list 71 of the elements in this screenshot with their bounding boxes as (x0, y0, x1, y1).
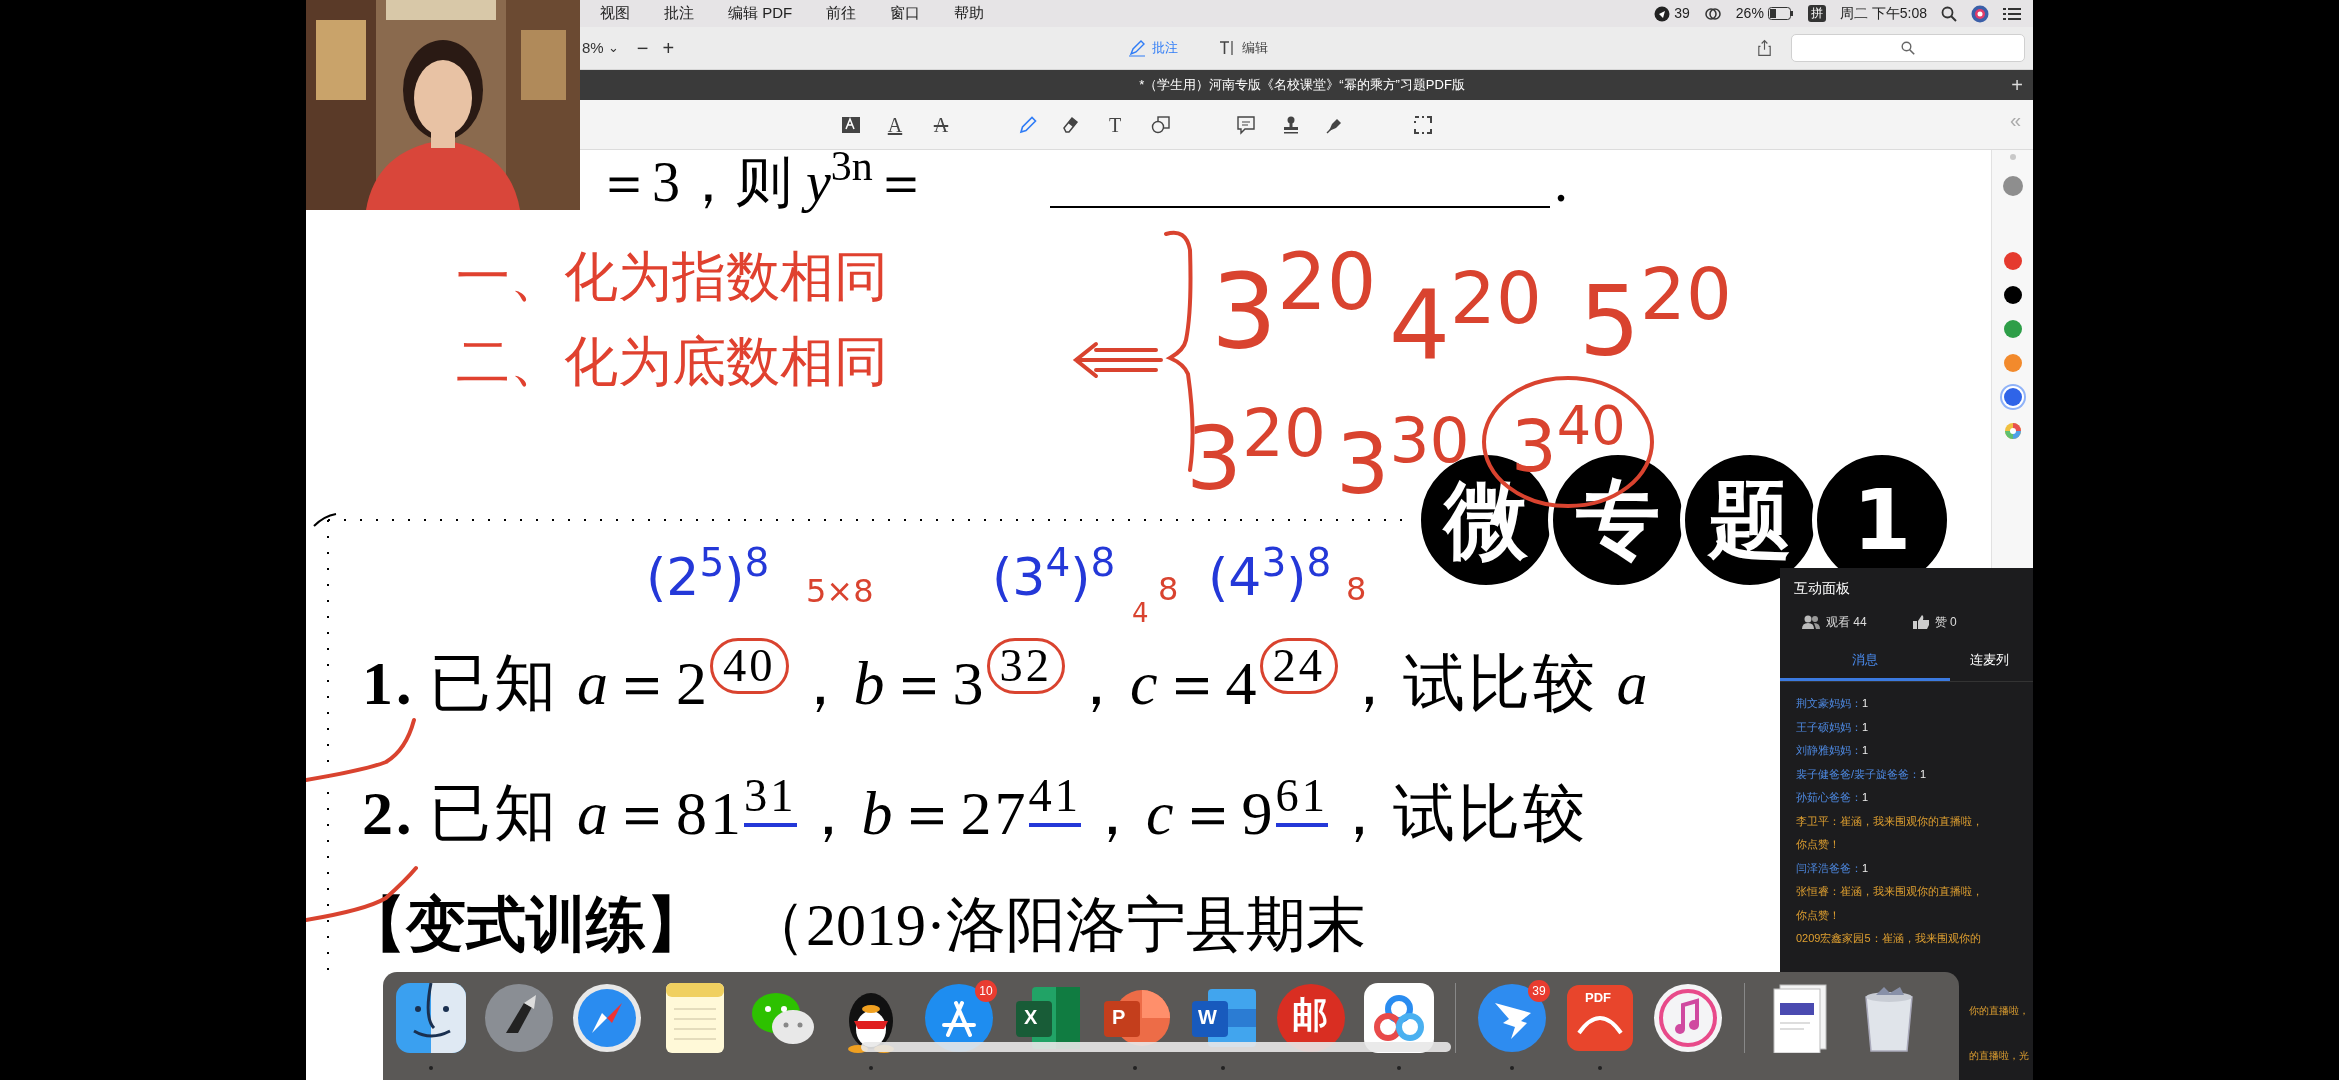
message-text: 1 (1862, 860, 1869, 876)
app-label: PDF (1585, 991, 1611, 1004)
sender-name: 裴子健爸爸/裴子旋爸爸： (1796, 766, 1921, 782)
underline-tool[interactable]: A (882, 112, 908, 138)
notification-count: 39 (1674, 4, 1690, 23)
chat-message: 李卫平：崔涵，我来围观你的直播啦， (1796, 813, 1983, 829)
input-method[interactable]: 拼 (1807, 5, 1826, 22)
handwritten-text: 4$^{20}$ (1389, 262, 1543, 384)
zoom-menu[interactable]: 8% ⌄ (582, 36, 619, 60)
problem-text: 已知 a＝81$^{31}$，b＝27$^{41}$，c＝9$^{61}$，试比较 (428, 768, 1589, 849)
handwritten-text: 8 (1158, 569, 1180, 610)
period-text: . (1554, 150, 1568, 214)
problem-number: 2. (362, 778, 415, 849)
menu-item[interactable]: 编辑 PDF (724, 2, 797, 25)
clock[interactable]: 周二 下午5:08 (1839, 3, 1927, 24)
strike-tool[interactable]: A (928, 112, 954, 138)
menu-item[interactable]: 批注 (660, 2, 698, 25)
viewer-count: 观看 44 (1826, 614, 1867, 631)
handwritten-text: 5$^{20}$ (1579, 258, 1733, 380)
menu-item[interactable]: 前往 (822, 2, 861, 25)
sender-name: 荆文豪妈妈： (1796, 696, 1862, 711)
problem-text: 已知 a＝2$^{40}$，b＝3$^{32}$，c＝4$^{24}$，试比较 a (428, 636, 1651, 719)
app-label: P (1112, 1007, 1126, 1027)
source-text: （2019·洛阳洛宁县期末 (746, 891, 1366, 960)
message-text: 1 (1862, 743, 1869, 758)
chat-message: 的直播啦，光 (1969, 1049, 2029, 1063)
message-text: 1 (1862, 696, 1869, 711)
method-text: 一、化为指数相同 (456, 245, 888, 309)
chat-tab[interactable]: 消息 (1780, 642, 1950, 681)
message-text: 1 (1862, 790, 1869, 805)
text-tool[interactable]: T (1102, 112, 1128, 138)
section-heading: 【变式训练】 (346, 888, 706, 960)
handwritten-text: 8 (1346, 569, 1368, 610)
problem-number: 1. (362, 648, 415, 719)
menu-item[interactable]: 视图 (596, 2, 634, 25)
handwritten-text: 4 (1132, 597, 1150, 630)
handwritten-text: 3$^{20}$ (1186, 400, 1327, 512)
chat-message: 0209宏鑫家园5：崔涵，我来围观你的 (1796, 931, 1981, 946)
message-text: 1 (1862, 719, 1869, 735)
sender-name: 王子硕妈妈： (1796, 719, 1862, 735)
chat-message: 张恒睿：崔涵，我来围观你的直播啦， (1796, 884, 1983, 899)
notification-badge: 39 (1528, 980, 1550, 1002)
chat-message: 你点赞！ (1796, 907, 1840, 923)
chat-message: 你的直播啦， (1969, 1004, 2029, 1018)
app-label: 邮 (1292, 997, 1328, 1033)
mode-tab[interactable]: 编辑 (1218, 38, 1269, 58)
zoom-in-button[interactable]: + (662, 38, 675, 58)
document-title: *（学生用）河南专版《名校课堂》“幂的乘方”习题PDF版 (1138, 76, 1466, 95)
sender-name: 刘静雅妈妈： (1796, 743, 1862, 758)
zoom-out-button[interactable]: − (636, 38, 649, 58)
mode-tab[interactable]: 批注 (1128, 38, 1179, 58)
handwritten-text: (2$^{5}$)$^{8}$ (646, 542, 771, 609)
like-count: 赞 0 (1934, 614, 1957, 631)
sender-name: 闫泽浩爸爸： (1796, 860, 1862, 876)
message-text: 1 (1920, 766, 1927, 782)
menu-item[interactable]: 帮助 (950, 2, 989, 25)
handwritten-text: 3$^{20}$ (1211, 242, 1378, 375)
handwritten-text: (3$^{4}$)$^{8}$ (992, 542, 1117, 609)
sender-name: 孙茹心爸爸： (1796, 790, 1862, 805)
app-label: W (1198, 1007, 1217, 1027)
handwritten-text: 5×8 (806, 571, 875, 612)
method-text: 二、化为底数相同 (456, 330, 888, 394)
chat-tab[interactable]: 连麦列 (1950, 642, 2033, 681)
new-tab-button[interactable]: + (2011, 75, 2023, 95)
app-label: X (1024, 1007, 1038, 1027)
handwritten-text: (4$^{3}$)$^{8}$ (1208, 542, 1333, 609)
chat-message: 你点赞！ (1796, 837, 1840, 852)
menu-item[interactable]: 窗口 (886, 2, 925, 25)
equation-text: ＝3，则 y$^{3n}$＝ (596, 150, 929, 215)
battery-percent: 26% (1735, 4, 1764, 23)
notification-badge: 10 (975, 980, 997, 1002)
